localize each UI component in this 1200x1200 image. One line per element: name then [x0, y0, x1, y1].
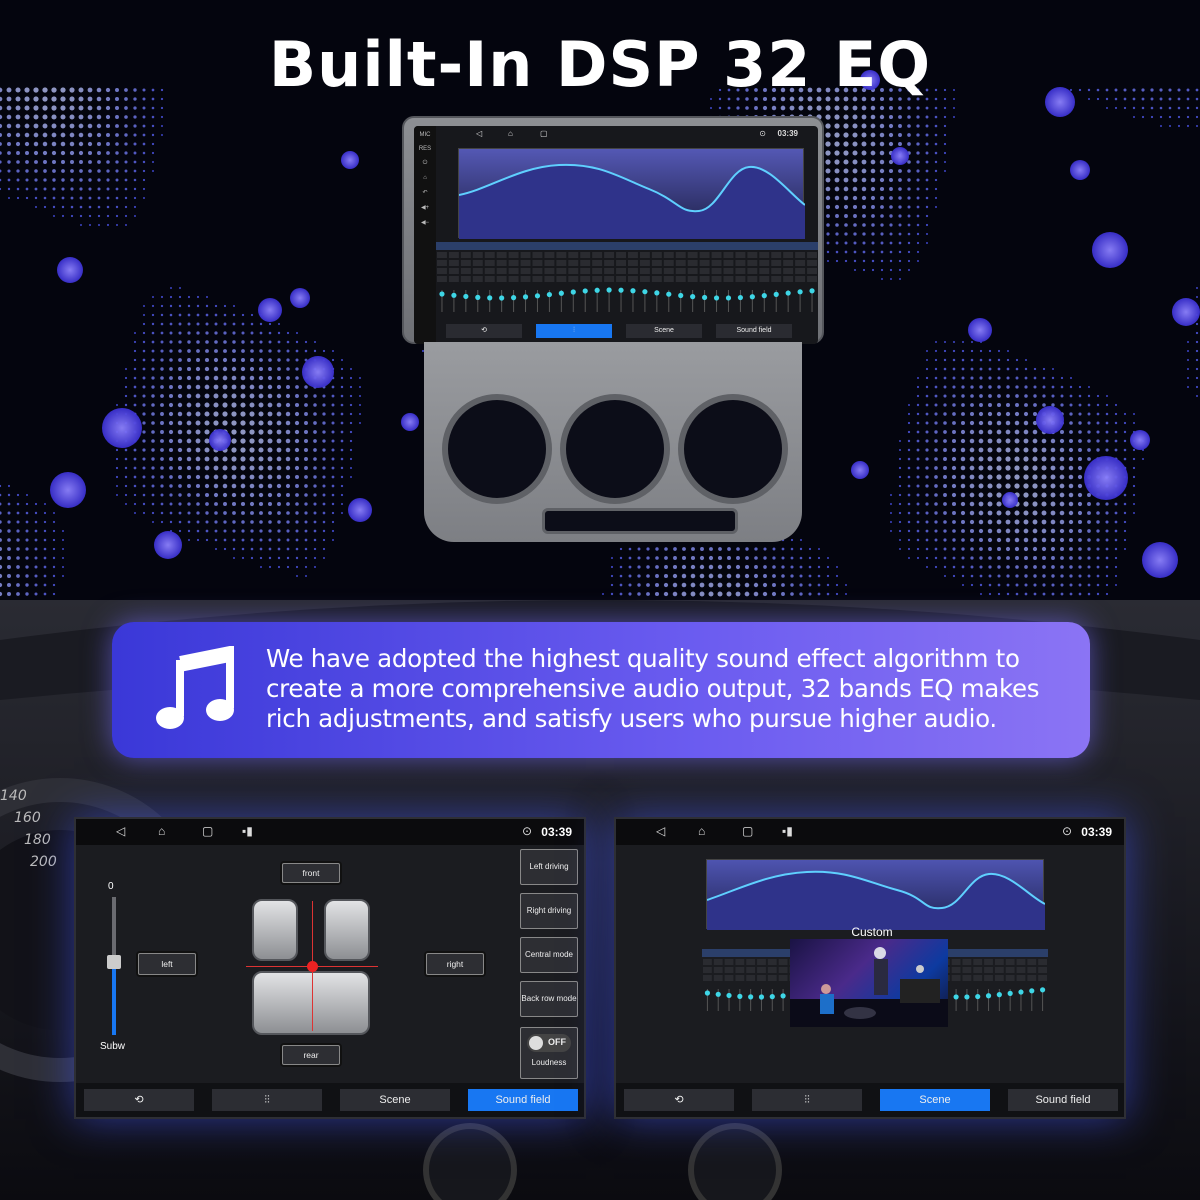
recents-nav-icon[interactable]: ▢ — [742, 824, 753, 838]
scene-tab[interactable]: Scene — [626, 324, 702, 338]
front-left-seat — [252, 899, 298, 961]
subwoofer-slider-fill — [112, 961, 116, 1035]
side-buttons: MIC RES ⏻ ⌂ ↶ ◀+ ◀− — [414, 126, 436, 344]
head-unit-screen: MIC RES ⏻ ⌂ ↶ ◀+ ◀− ◁ ⌂ ▢ 03:39 ⊙ ⟲ ⫶ Sc… — [414, 126, 818, 344]
sound-field-tab[interactable]: Sound field — [468, 1089, 578, 1111]
right-driving-button[interactable]: Right driving — [520, 893, 578, 929]
power-icon[interactable]: ⏻ — [423, 160, 428, 167]
home-nav-icon[interactable]: ⌂ — [158, 824, 165, 838]
head-unit-bezel: MIC RES ⏻ ⌂ ↶ ◀+ ◀− ◁ ⌂ ▢ 03:39 ⊙ ⟲ ⫶ Sc… — [402, 116, 824, 344]
status-time: 03:39 — [541, 825, 572, 839]
res-label: RES — [418, 146, 432, 152]
svg-text:200: 200 — [30, 854, 57, 870]
air-vent-center — [560, 394, 670, 504]
panel-tabbar: ⟲ ⫶⫶ Scene Sound field — [76, 1083, 584, 1117]
reset-tab[interactable]: ⟲ — [624, 1089, 734, 1111]
location-icon: ⊙ — [759, 129, 766, 138]
loudness-toggle[interactable]: OFF — [527, 1034, 571, 1052]
scene-tab[interactable]: Scene — [340, 1089, 450, 1111]
subwoofer-slider-handle[interactable] — [107, 955, 121, 969]
notification-icon: ▪▮ — [782, 824, 793, 838]
home-icon[interactable]: ⌂ — [423, 175, 427, 181]
equalizer-tab[interactable]: ⫶ — [536, 324, 612, 338]
page-title: Built-In DSP 32 EQ — [268, 28, 932, 101]
loudness-control[interactable]: OFF Loudness — [520, 1027, 578, 1079]
home-nav-icon[interactable]: ⌂ — [508, 129, 513, 138]
volume-down-icon[interactable]: ◀− — [421, 219, 429, 226]
eq-curve — [706, 859, 1046, 930]
control-slot — [542, 508, 738, 534]
central-mode-button[interactable]: Central mode — [520, 937, 578, 973]
scene-preset-label: Custom — [851, 925, 893, 939]
back-icon[interactable]: ↶ — [422, 189, 427, 196]
panel-tabbar: ⟲ ⫶⫶ Scene Sound field — [616, 1083, 1124, 1117]
back-nav-icon[interactable]: ◁ — [476, 129, 482, 138]
equalizer-tab[interactable]: ⫶⫶ — [752, 1089, 862, 1111]
reset-tab[interactable]: ⟲ — [84, 1089, 194, 1111]
equalizer-tab[interactable]: ⫶⫶ — [212, 1089, 322, 1111]
music-note-icon — [156, 646, 234, 729]
front-button[interactable]: front — [282, 863, 340, 883]
back-nav-icon[interactable]: ◁ — [656, 824, 665, 838]
home-nav-icon[interactable]: ⌂ — [698, 824, 705, 838]
notification-icon: ▪▮ — [242, 824, 253, 838]
subwoofer-value: 0 — [108, 881, 114, 892]
sound-field-tab[interactable]: Sound field — [1008, 1089, 1118, 1111]
rear-button[interactable]: rear — [282, 1045, 340, 1065]
toggle-knob — [529, 1036, 543, 1050]
back-nav-icon[interactable]: ◁ — [116, 824, 125, 838]
scene-panel: ◁ ⌂ ▢ ▪▮ ⊙ 03:39 Custom ⟲ ⫶⫶ Scene Sound… — [614, 817, 1126, 1119]
recents-nav-icon[interactable]: ▢ — [202, 824, 213, 838]
air-vent-right — [678, 394, 788, 504]
recents-nav-icon[interactable]: ▢ — [540, 129, 548, 138]
svg-text:180: 180 — [24, 832, 51, 848]
reset-tab[interactable]: ⟲ — [446, 324, 522, 338]
info-banner: We have adopted the highest quality soun… — [112, 622, 1090, 758]
status-time: 03:39 — [777, 129, 798, 138]
svg-text:160: 160 — [14, 810, 41, 826]
loudness-label: Loudness — [531, 1058, 567, 1067]
head-unit: MIC RES ⏻ ⌂ ↶ ◀+ ◀− ◁ ⌂ ▢ 03:39 ⊙ ⟲ ⫶ Sc… — [402, 116, 824, 580]
back-row-mode-button[interactable]: Back row mode — [520, 981, 578, 1017]
dash-fascia — [424, 342, 802, 542]
status-bar: ◁ ⌂ ▢ ▪▮ ⊙ 03:39 — [616, 819, 1124, 845]
left-driving-button[interactable]: Left driving — [520, 849, 578, 885]
left-button[interactable]: left — [138, 953, 196, 975]
status-bar: ◁ ⌂ ▢ ▪▮ ⊙ 03:39 — [76, 819, 584, 845]
subwoofer-label: Subw — [100, 1041, 126, 1052]
rear-seat — [252, 971, 370, 1035]
status-time: 03:39 — [1081, 825, 1112, 839]
location-icon: ⊙ — [1061, 824, 1072, 838]
sound-field-panel: ◁ ⌂ ▢ ▪▮ ⊙ 03:39 0 Subw front left right… — [74, 817, 586, 1119]
mic-label: MIC — [419, 132, 431, 138]
scene-preview-image[interactable] — [790, 939, 948, 1027]
sound-field-tab[interactable]: Sound field — [716, 324, 792, 338]
svg-text:140: 140 — [0, 788, 27, 804]
balance-point[interactable] — [307, 961, 318, 972]
front-right-seat — [324, 899, 370, 961]
location-icon: ⊙ — [521, 824, 532, 838]
eq-band-grid — [436, 242, 818, 312]
head-unit-tabbar: ⟲ ⫶ Scene Sound field — [436, 322, 818, 342]
right-button[interactable]: right — [426, 953, 484, 975]
scene-tab[interactable]: Scene — [880, 1089, 990, 1111]
eq-curve — [458, 148, 806, 239]
loudness-state: OFF — [548, 1037, 566, 1047]
air-vent-left — [442, 394, 552, 504]
banner-text: We have adopted the highest quality soun… — [266, 644, 1040, 733]
status-bar: ◁ ⌂ ▢ 03:39 ⊙ — [436, 126, 818, 142]
volume-up-icon[interactable]: ◀+ — [421, 204, 429, 211]
